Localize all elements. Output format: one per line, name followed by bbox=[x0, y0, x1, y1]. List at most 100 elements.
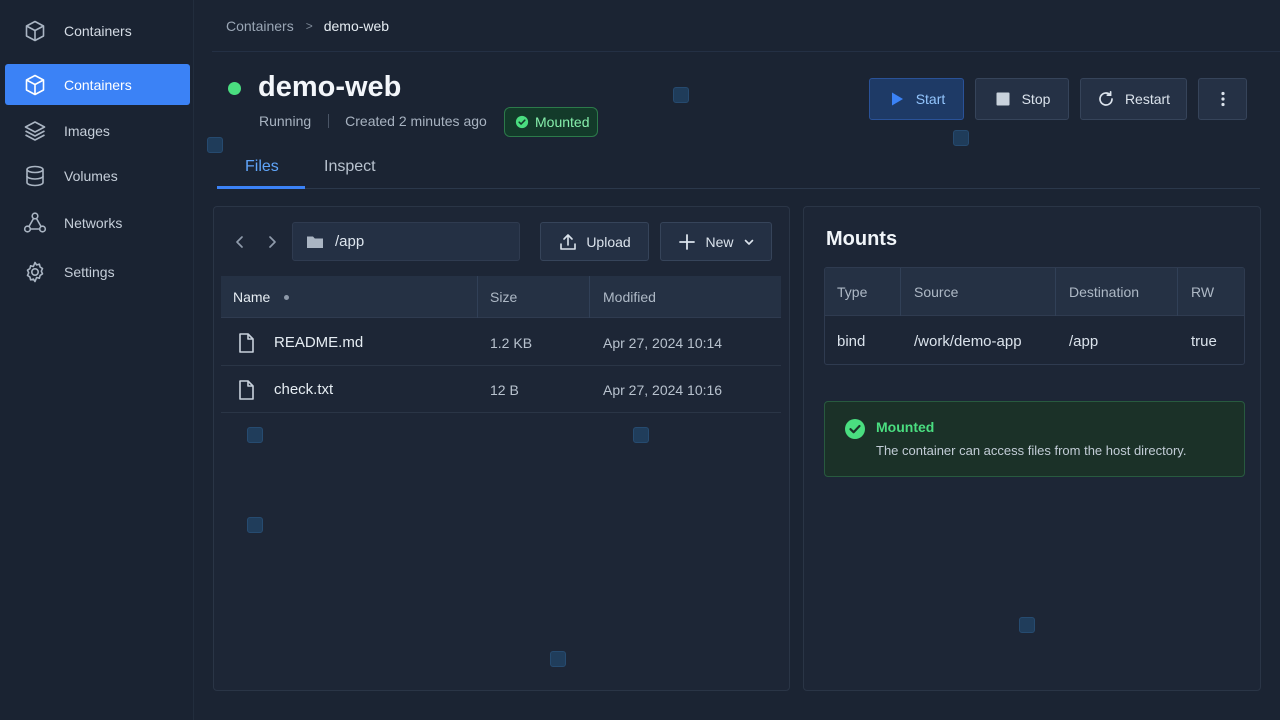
chevron-right-icon bbox=[264, 234, 280, 250]
new-button[interactable]: New bbox=[660, 222, 772, 261]
sidebar-brand-label: Containers bbox=[64, 22, 132, 39]
table-row: bind /work/demo-app /app true bbox=[825, 316, 1244, 364]
upload-button-label: Upload bbox=[586, 233, 631, 250]
column-source-header: Source bbox=[914, 283, 959, 300]
column-divider bbox=[477, 276, 478, 318]
alert-title: Mounted bbox=[876, 419, 935, 435]
file-name-cell: check.txt bbox=[235, 366, 333, 413]
stop-button[interactable]: Stop bbox=[975, 78, 1069, 120]
file-modified: Apr 27, 2024 10:16 bbox=[603, 381, 723, 398]
file-icon bbox=[235, 379, 257, 401]
file-name-cell: README.md bbox=[235, 319, 363, 366]
sidebar: Containers Containers Images Volumes Net… bbox=[0, 0, 194, 720]
upload-button[interactable]: Upload bbox=[540, 222, 649, 261]
files-table-header: Name Size Modified bbox=[221, 276, 781, 318]
network-icon bbox=[23, 211, 47, 235]
column-label: Size bbox=[490, 289, 518, 305]
status-text: Running bbox=[259, 113, 312, 129]
table-row[interactable]: README.md 1.2 KB Apr 27, 2024 10:14 bbox=[221, 319, 781, 366]
column-name-header[interactable]: Name bbox=[233, 276, 290, 318]
breadcrumb: Containers > demo-web bbox=[226, 17, 389, 35]
breadcrumb-parent-link[interactable]: Containers bbox=[226, 18, 294, 34]
column-divider bbox=[1177, 268, 1178, 316]
tabs-divider bbox=[217, 188, 1260, 189]
start-button[interactable]: Start bbox=[869, 78, 964, 120]
file-size: 12 B bbox=[490, 381, 519, 398]
tab-files[interactable]: Files bbox=[245, 158, 279, 176]
status-indicator bbox=[228, 82, 241, 95]
tab-inspect[interactable]: Inspect bbox=[324, 158, 376, 176]
column-modified-header[interactable]: Modified bbox=[603, 276, 656, 318]
stop-button-label: Stop bbox=[1021, 91, 1051, 107]
new-button-label: New bbox=[705, 233, 734, 250]
mount-type: bind bbox=[837, 332, 866, 350]
sidebar-item-label: Volumes bbox=[64, 167, 118, 184]
file-size: 1.2 KB bbox=[490, 334, 533, 351]
table-row[interactable]: check.txt 12 B Apr 27, 2024 10:16 bbox=[221, 366, 781, 413]
page-title: demo-web bbox=[258, 71, 402, 103]
file-name: check.txt bbox=[274, 381, 334, 398]
sidebar-item-images[interactable]: Images bbox=[5, 110, 190, 151]
decorative-marker bbox=[673, 87, 689, 103]
mounts-title: Mounts bbox=[826, 228, 898, 250]
gear-icon bbox=[23, 260, 47, 284]
decorative-marker bbox=[247, 427, 263, 443]
sidebar-item-label: Images bbox=[64, 122, 110, 139]
chevron-left-icon bbox=[232, 234, 248, 250]
sidebar-item-volumes[interactable]: Volumes bbox=[5, 155, 190, 196]
column-label: Modified bbox=[603, 289, 656, 305]
header-divider bbox=[212, 51, 1280, 52]
column-divider bbox=[1055, 268, 1056, 316]
path-field[interactable]: /app bbox=[292, 222, 520, 261]
sidebar-item-networks[interactable]: Networks bbox=[5, 202, 190, 243]
meta-divider bbox=[328, 114, 330, 128]
stop-icon bbox=[994, 90, 1012, 108]
column-divider bbox=[589, 276, 590, 318]
mount-destination: /app bbox=[1069, 332, 1099, 350]
sidebar-item-label: Networks bbox=[64, 214, 123, 231]
restart-button-label: Restart bbox=[1124, 91, 1171, 107]
badge-label: Mounted bbox=[535, 114, 590, 130]
sidebar-item-label: Containers bbox=[64, 76, 132, 93]
chevron-down-icon bbox=[743, 236, 755, 248]
back-button[interactable] bbox=[229, 231, 251, 253]
breadcrumb-separator: > bbox=[305, 19, 313, 33]
cube-icon bbox=[23, 73, 47, 97]
file-modified: Apr 27, 2024 10:14 bbox=[603, 334, 723, 351]
upload-icon bbox=[558, 232, 578, 252]
created-text: Created 2 minutes ago bbox=[345, 113, 487, 129]
check-circle-icon bbox=[515, 115, 529, 129]
sidebar-item-containers[interactable]: Containers bbox=[5, 64, 190, 105]
more-options-button[interactable] bbox=[1198, 78, 1247, 120]
column-rw-header: RW bbox=[1191, 283, 1215, 300]
mount-source: /work/demo-app bbox=[914, 332, 1022, 350]
layers-icon bbox=[23, 119, 47, 143]
check-circle-icon bbox=[844, 418, 866, 440]
breadcrumb-current: demo-web bbox=[323, 18, 390, 34]
decorative-marker bbox=[633, 427, 649, 443]
column-label: Name bbox=[233, 289, 271, 305]
active-tab-indicator bbox=[217, 186, 305, 189]
sidebar-item-label: Settings bbox=[64, 263, 115, 280]
sidebar-brand[interactable]: Containers bbox=[5, 10, 190, 51]
file-name: README.md bbox=[274, 334, 364, 351]
column-size-header[interactable]: Size bbox=[490, 276, 517, 318]
container-meta: Running Created 2 minutes ago bbox=[259, 113, 487, 129]
kebab-menu-icon bbox=[1214, 90, 1232, 108]
play-icon bbox=[888, 90, 906, 108]
path-text: /app bbox=[335, 233, 365, 250]
sidebar-item-settings[interactable]: Settings bbox=[5, 251, 190, 292]
decorative-marker bbox=[550, 651, 566, 667]
alert-text: The container can access files from the … bbox=[876, 443, 1187, 458]
folder-icon bbox=[305, 232, 325, 252]
column-type-header: Type bbox=[837, 283, 868, 300]
file-icon bbox=[235, 332, 257, 354]
forward-button[interactable] bbox=[261, 231, 283, 253]
plus-icon bbox=[677, 232, 697, 252]
restart-button[interactable]: Restart bbox=[1080, 78, 1187, 120]
mounted-badge: Mounted bbox=[504, 107, 598, 137]
database-icon bbox=[23, 164, 47, 188]
column-destination-header: Destination bbox=[1069, 283, 1140, 300]
mounted-alert: Mounted The container can access files f… bbox=[824, 401, 1245, 477]
sort-indicator-icon bbox=[284, 294, 290, 300]
